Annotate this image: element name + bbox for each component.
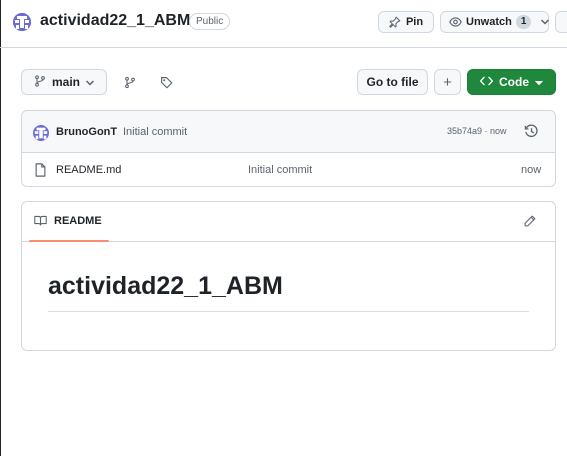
unwatch-button[interactable]: Unwatch 1: [440, 11, 550, 33]
chevron-down-icon: [85, 75, 95, 89]
window-left-edge: [0, 0, 1, 456]
unwatch-label: Unwatch: [466, 16, 512, 28]
pin-label: Pin: [405, 16, 424, 28]
code-button[interactable]: Code: [467, 69, 556, 95]
branch-name: main: [51, 75, 80, 89]
chevron-down-icon[interactable]: [541, 19, 550, 25]
branch-icon: [34, 74, 46, 90]
heading-rule: [48, 311, 529, 312]
repo-header: actividad22_1_ABM Public Pin Unwatch 1: [0, 0, 567, 48]
code-icon: [480, 75, 493, 89]
history-icon[interactable]: [524, 124, 539, 142]
repo-name[interactable]: actividad22_1_ABM: [40, 12, 190, 30]
pencil-icon[interactable]: [524, 215, 536, 230]
book-icon: [34, 215, 47, 229]
commit-message[interactable]: Initial commit: [123, 126, 187, 138]
code-label: Code: [499, 75, 529, 89]
branch-selector[interactable]: main: [21, 69, 107, 95]
file-time: now: [521, 164, 542, 176]
file-row[interactable]: README.md Initial commit now: [22, 153, 555, 186]
visibility-badge: Public: [189, 13, 231, 30]
readme-tab[interactable]: README: [54, 215, 102, 227]
pin-icon: [389, 16, 401, 28]
pin-button[interactable]: Pin: [378, 11, 434, 33]
branches-icon[interactable]: [122, 74, 138, 90]
readme-heading: actividad22_1_ABM: [48, 272, 283, 300]
repo-avatar-icon[interactable]: [13, 13, 31, 31]
tag-icon[interactable]: [158, 74, 174, 90]
go-to-file-label: Go to file: [366, 75, 419, 89]
latest-commit-bar: BrunoGonT Initial commit 35b74a9 · now: [22, 111, 555, 153]
file-commit-message[interactable]: Initial commit: [248, 164, 312, 176]
author-avatar[interactable]: [33, 125, 49, 141]
go-to-file-button[interactable]: Go to file: [357, 69, 428, 95]
file-name[interactable]: README.md: [56, 164, 121, 176]
file-browser: BrunoGonT Initial commit 35b74a9 · now R…: [21, 110, 556, 187]
fork-button[interactable]: [555, 11, 567, 33]
add-file-button[interactable]: +: [434, 69, 461, 95]
readme-panel: README actividad22_1_ABM: [21, 201, 556, 351]
eye-icon: [449, 16, 462, 28]
readme-tabbar: README: [22, 202, 555, 242]
watch-count: 1: [515, 15, 532, 29]
commit-sha-time[interactable]: 35b74a9 · now: [447, 126, 507, 136]
add-label: +: [443, 73, 452, 91]
file-icon: [35, 163, 46, 180]
commit-author[interactable]: BrunoGonT: [56, 126, 117, 138]
readme-tab-underline: [29, 240, 109, 242]
chevron-down-icon: [535, 75, 543, 89]
